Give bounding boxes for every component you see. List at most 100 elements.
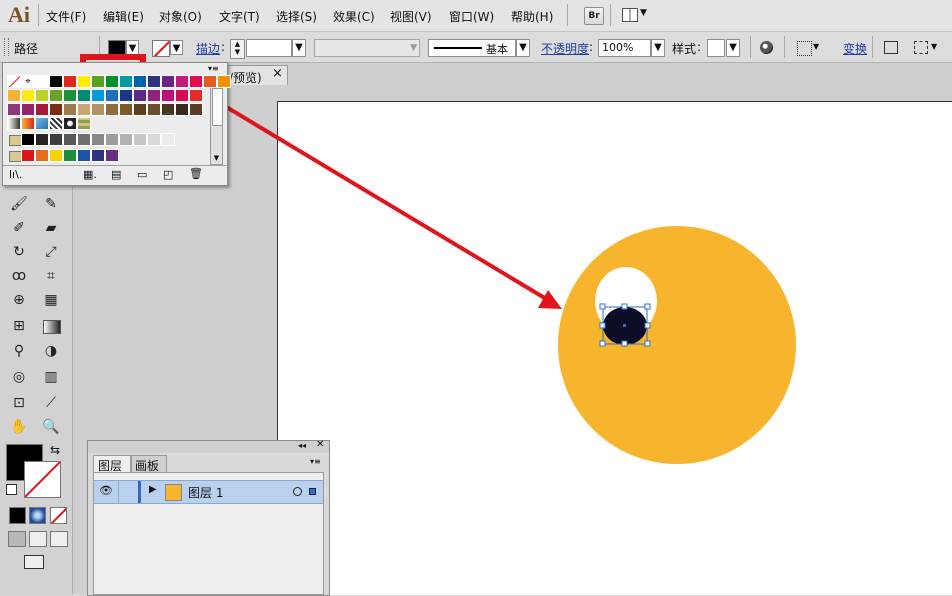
- gradient-mode-icon[interactable]: [29, 507, 46, 524]
- draw-normal-icon[interactable]: [8, 531, 26, 547]
- tab-artboards[interactable]: 画板: [131, 455, 167, 473]
- color-swatch[interactable]: [91, 89, 105, 102]
- color-swatch[interactable]: [49, 75, 63, 88]
- zoom-tool-icon[interactable]: 🔍: [40, 416, 62, 438]
- swap-fill-stroke-icon[interactable]: ⇆: [50, 443, 60, 457]
- blend-tool-icon[interactable]: ◑: [40, 340, 62, 362]
- resize-handle[interactable]: [599, 303, 606, 310]
- resize-handle[interactable]: [621, 303, 628, 310]
- default-fill-stroke-icon[interactable]: [6, 484, 17, 495]
- show-swatch-kinds-icon[interactable]: ▦.: [83, 168, 97, 181]
- scroll-down-icon[interactable]: ▼: [211, 154, 222, 164]
- registration-swatch-icon[interactable]: ⌖: [21, 75, 35, 88]
- panel-menu-icon[interactable]: ▾≡: [208, 64, 219, 73]
- color-swatch[interactable]: [77, 75, 91, 88]
- resize-handle[interactable]: [644, 303, 651, 310]
- warp-tool-icon[interactable]: ꝏ: [8, 265, 30, 287]
- color-swatch[interactable]: [133, 133, 147, 146]
- expand-triangle-icon[interactable]: ▶: [149, 484, 157, 495]
- color-swatch[interactable]: [21, 133, 35, 146]
- panel-titlebar[interactable]: ◂◂ ✕: [88, 439, 329, 453]
- eraser-tool-icon[interactable]: ▰: [40, 217, 62, 239]
- new-swatch-icon[interactable]: ◰: [163, 168, 173, 181]
- layer-row[interactable]: 👁 ▶ 图层 1: [94, 480, 323, 504]
- color-swatch[interactable]: [189, 89, 203, 102]
- delete-swatch-icon[interactable]: 🗑: [189, 167, 203, 180]
- color-swatch[interactable]: [105, 103, 119, 116]
- resize-handle[interactable]: [599, 340, 606, 347]
- color-swatch[interactable]: [161, 89, 175, 102]
- color-swatch[interactable]: [91, 133, 105, 146]
- color-swatch[interactable]: [49, 103, 63, 116]
- color-swatch[interactable]: [147, 75, 161, 88]
- color-swatch[interactable]: [91, 149, 105, 162]
- pattern-swatch[interactable]: [77, 117, 91, 130]
- color-swatch[interactable]: [147, 133, 161, 146]
- column-graph-tool-icon[interactable]: ▥: [40, 366, 62, 388]
- color-swatch[interactable]: [161, 103, 175, 116]
- pattern-swatch[interactable]: [49, 117, 63, 130]
- pencil-tool-icon[interactable]: ✎: [40, 193, 62, 215]
- color-swatch[interactable]: [63, 103, 77, 116]
- gradient-swatch[interactable]: [21, 117, 35, 130]
- blob-brush-tool-icon[interactable]: ✐: [8, 217, 30, 239]
- color-mode-icon[interactable]: [9, 507, 26, 524]
- paintbrush-tool-icon[interactable]: 🖌: [8, 193, 30, 215]
- color-swatch[interactable]: [217, 75, 231, 88]
- rotate-tool-icon[interactable]: ↻: [8, 241, 30, 263]
- color-swatch[interactable]: [133, 89, 147, 102]
- color-swatch[interactable]: [91, 103, 105, 116]
- hand-tool-icon[interactable]: ✋: [8, 416, 30, 438]
- eye-visibility-icon[interactable]: 👁: [99, 484, 113, 497]
- free-transform-tool-icon[interactable]: ⌗: [40, 265, 62, 287]
- color-swatch[interactable]: [175, 75, 189, 88]
- color-swatch[interactable]: [175, 103, 189, 116]
- swatch-options-icon[interactable]: ▤: [111, 168, 121, 181]
- color-swatch[interactable]: [63, 149, 77, 162]
- pattern-swatch[interactable]: [63, 117, 77, 130]
- color-swatch[interactable]: [21, 89, 35, 102]
- color-swatch[interactable]: [49, 149, 63, 162]
- color-swatch[interactable]: [91, 75, 105, 88]
- swatch-scrollbar[interactable]: ▲ ▼: [210, 75, 223, 165]
- none-mode-icon[interactable]: [50, 507, 67, 524]
- selection-indicator-icon[interactable]: [309, 488, 316, 495]
- gradient-swatch[interactable]: [35, 117, 49, 130]
- color-swatch[interactable]: [63, 89, 77, 102]
- swatch-none[interactable]: [7, 75, 21, 88]
- color-swatch[interactable]: [189, 75, 203, 88]
- color-swatch[interactable]: [175, 89, 189, 102]
- color-swatch[interactable]: [147, 89, 161, 102]
- resize-handle[interactable]: [621, 340, 628, 347]
- color-swatch[interactable]: [133, 103, 147, 116]
- color-swatch[interactable]: [119, 75, 133, 88]
- color-swatch[interactable]: [35, 89, 49, 102]
- color-swatch[interactable]: [105, 133, 119, 146]
- color-swatch[interactable]: [119, 89, 133, 102]
- resize-handle[interactable]: [644, 322, 651, 329]
- shape-builder-tool-icon[interactable]: ⊕: [8, 289, 30, 311]
- swatch-libraries-icon[interactable]: lı\.: [9, 168, 22, 181]
- gradient-tool-icon[interactable]: [43, 320, 61, 334]
- tab-layers[interactable]: 图层: [93, 455, 131, 473]
- color-swatch[interactable]: [63, 75, 77, 88]
- color-swatch[interactable]: [35, 133, 49, 146]
- color-swatch[interactable]: [189, 103, 203, 116]
- artboard-tool-icon[interactable]: ⊡: [8, 392, 30, 414]
- screen-mode-icon[interactable]: [24, 555, 44, 569]
- slice-tool-icon[interactable]: ⟋: [40, 392, 62, 414]
- color-swatch[interactable]: [35, 103, 49, 116]
- color-swatch[interactable]: [49, 89, 63, 102]
- scale-tool-icon[interactable]: ⤢: [40, 241, 62, 263]
- color-swatch[interactable]: [105, 89, 119, 102]
- color-swatch[interactable]: [203, 75, 217, 88]
- color-swatch[interactable]: [7, 89, 21, 102]
- draw-inside-icon[interactable]: [50, 531, 68, 547]
- color-swatch[interactable]: [77, 103, 91, 116]
- color-swatch[interactable]: [35, 149, 49, 162]
- panel-menu-icon[interactable]: ▾≡: [310, 457, 321, 466]
- color-swatch[interactable]: [105, 149, 119, 162]
- collapse-icon[interactable]: ◂◂: [298, 441, 306, 450]
- color-swatch[interactable]: [49, 133, 63, 146]
- orange-circle[interactable]: [558, 226, 796, 464]
